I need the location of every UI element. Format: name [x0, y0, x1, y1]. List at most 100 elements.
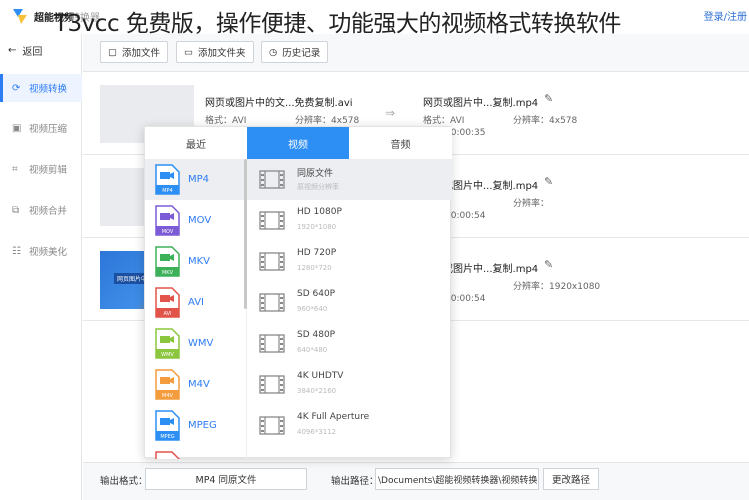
svg-text:WMV: WMV [161, 352, 174, 358]
format-item[interactable]: MPEG MPEG [145, 405, 245, 446]
sidebar-item-beautify[interactable]: ☷ 视频美化 [0, 237, 82, 265]
resolution-meta: 分辨率：4x578 [295, 116, 360, 126]
video-file-icon [155, 451, 180, 459]
add-file-button[interactable]: ▢ 添加文件 [100, 41, 168, 63]
app-logo-icon [13, 9, 27, 24]
sidebar-item-label: 视频剪辑 [29, 165, 68, 176]
history-label: 历史记录 [282, 48, 321, 59]
edit-icon[interactable]: ✎ [544, 258, 553, 271]
output-path-field[interactable]: \Documents\超能视频转换器\视频转换 [375, 468, 539, 490]
resolution-size: 1920*1080 [297, 223, 337, 231]
folder-icon: ▭ [184, 46, 193, 58]
resolution-title: 4K Full Aperture [297, 412, 370, 422]
resolution-title: SD 480P [297, 330, 336, 340]
resolution-item[interactable]: 4K Full Aperture 4096*3112 [247, 405, 452, 446]
format-item[interactable] [145, 446, 245, 459]
film-icon [259, 170, 285, 189]
video-file-icon: MP4 [155, 164, 180, 195]
format-item[interactable]: MKV MKV [145, 241, 245, 282]
format-label: AVI [188, 297, 204, 308]
sidebar-item-label: 视频压缩 [29, 124, 68, 135]
output-path-label: 输出路径： [331, 476, 379, 487]
file-name: 网页或图片中的文...免费复制.avi [205, 98, 353, 109]
resolution-size: 640*480 [297, 346, 328, 354]
format-label: MKV [188, 256, 211, 267]
format-label: M4V [188, 379, 210, 390]
sidebar-item-compress[interactable]: ▣ 视频压缩 [0, 114, 82, 142]
video-file-icon: WMV [155, 328, 180, 359]
format-picker-popup: 最近 视频 音频 MP4 MP4 MOV MOV MKV MKV AVI AVI WMV WMV M… [144, 126, 452, 459]
back-button[interactable]: ← 返回 [8, 43, 42, 58]
tab-recent[interactable]: 最近 [145, 127, 247, 159]
output-resolution-meta: 分辨率： [513, 199, 550, 209]
resolution-item[interactable]: HD 720P 1280*720 [247, 241, 452, 282]
film-icon [259, 375, 285, 394]
file-icon: ▢ [108, 46, 117, 58]
resolution-title: 4K UHDTV [297, 371, 344, 381]
add-folder-button[interactable]: ▭ 添加文件夹 [176, 41, 254, 63]
format-item[interactable]: AVI AVI [145, 282, 245, 323]
resolution-item[interactable]: HD 1080P 1920*1080 [247, 200, 452, 241]
format-item[interactable]: MOV MOV [145, 200, 245, 241]
output-format-meta: 格式：AVI [423, 116, 465, 126]
film-icon [259, 252, 285, 271]
resolution-title: SD 640P [297, 289, 336, 299]
watermark-text: T3vcc 免费版，操作便捷、功能强大的视频格式转换软件 [54, 11, 621, 37]
output-format-select[interactable]: MP4 同原文件 [145, 468, 307, 490]
crop-icon: ⌗ [12, 163, 18, 175]
change-path-button[interactable]: 更改路径 [543, 468, 599, 490]
clock-icon: ◷ [269, 46, 278, 58]
compress-icon: ▣ [12, 122, 22, 134]
login-link[interactable]: 登录/注册 [704, 8, 747, 23]
format-label: MPEG [188, 420, 217, 431]
film-icon [259, 334, 285, 353]
refresh-icon: ⟳ [12, 82, 21, 94]
resolution-list: 同原文件 原视频分辨率 HD 1080P 1920*1080 HD 720P 1280*7… [247, 159, 452, 459]
title-bar: 超能视频 转换器 T3vcc 免费版，操作便捷、功能强大的视频格式转换软件 登录… [0, 0, 749, 37]
sidebar-item-convert[interactable]: ⟳ 视频转换 [0, 74, 82, 102]
format-list: MP4 MP4 MOV MOV MKV MKV AVI AVI WMV WMV M4V M4V MPEG… [145, 159, 247, 459]
format-item[interactable]: M4V M4V [145, 364, 245, 405]
output-format-label: 输出格式： [100, 476, 148, 487]
sidebar: ← 返回 ⟳ 视频转换 ▣ 视频压缩 ⌗ 视频剪辑 ⧉ 视频合并 ☷ 视频美化 [0, 34, 82, 500]
format-label: MP4 [188, 174, 210, 185]
resolution-title: HD 720P [297, 248, 337, 258]
sidebar-item-label: 视频美化 [29, 247, 68, 258]
edit-icon[interactable]: ✎ [544, 175, 553, 188]
video-file-icon: M4V [155, 369, 180, 400]
convert-arrow-icon: ⇒ [385, 106, 396, 120]
resolution-size: 3840*2160 [297, 387, 337, 395]
video-file-icon: MKV [155, 246, 180, 277]
edit-icon[interactable]: ✎ [544, 92, 553, 105]
svg-text:MKV: MKV [162, 270, 174, 276]
sidebar-item-label: 视频合并 [29, 206, 68, 217]
film-icon [259, 211, 285, 230]
arrow-left-icon: ← [8, 45, 17, 56]
format-label: MOV [188, 215, 212, 226]
toolbar: ▢ 添加文件 ▭ 添加文件夹 ◷ 历史记录 [83, 34, 749, 72]
resolution-size: 原视频分辨率 [297, 183, 339, 191]
svg-text:AVI: AVI [164, 311, 172, 317]
format-item[interactable]: WMV WMV [145, 323, 245, 364]
add-folder-label: 添加文件夹 [197, 48, 246, 59]
resolution-item[interactable]: 4K UHDTV 3840*2160 [247, 364, 452, 405]
format-item[interactable]: MP4 MP4 [145, 159, 245, 200]
output-resolution-meta: 分辨率：4x578 [513, 116, 578, 126]
sidebar-item-edit[interactable]: ⌗ 视频剪辑 [0, 155, 82, 183]
tab-video[interactable]: 视频 [247, 127, 349, 159]
sidebar-item-merge[interactable]: ⧉ 视频合并 [0, 196, 82, 224]
resolution-item[interactable]: SD 480P 640*480 [247, 323, 452, 364]
video-file-icon: AVI [155, 287, 180, 318]
output-file-name: 网页或图片中...复制.mp4 [423, 98, 539, 109]
svg-text:MOV: MOV [162, 229, 174, 235]
film-icon [259, 416, 285, 435]
back-label: 返回 [22, 47, 43, 58]
resolution-item[interactable]: SD 640P 960*640 [247, 282, 452, 323]
resolution-size: 960*640 [297, 305, 328, 313]
add-file-label: 添加文件 [121, 48, 160, 59]
resolution-item[interactable]: 同原文件原视频分辨率 [247, 159, 452, 200]
resolution-title: 同原文件 [297, 169, 334, 179]
history-button[interactable]: ◷ 历史记录 [261, 41, 329, 63]
tab-audio[interactable]: 音频 [349, 127, 452, 159]
svg-text:MPEG: MPEG [160, 434, 174, 440]
